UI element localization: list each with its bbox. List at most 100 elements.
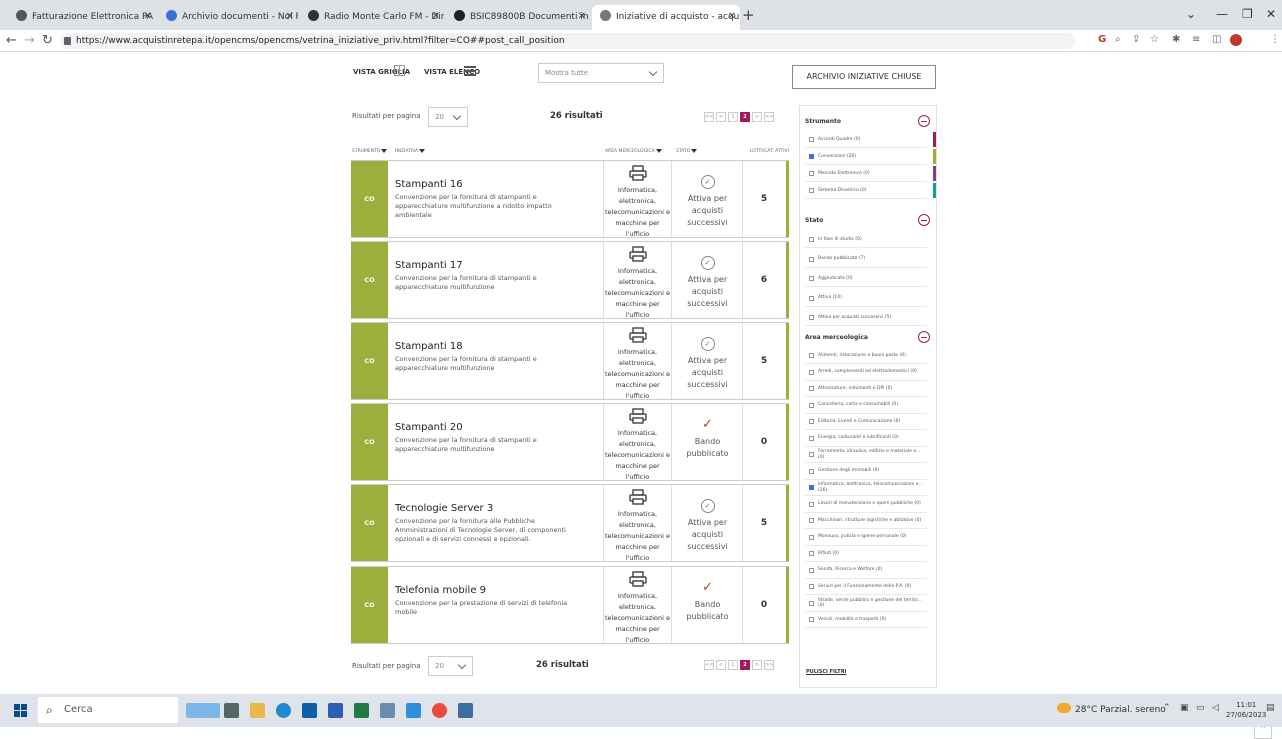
checkbox[interactable] <box>809 237 814 242</box>
page-2-button[interactable]: 2 <box>740 660 750 670</box>
calculator-icon[interactable] <box>458 703 473 718</box>
filter-option[interactable]: Arredi, complementi ed elettrodomestici … <box>805 365 927 381</box>
google-extension-icon[interactable]: G <box>1098 34 1106 45</box>
grid-view-icon[interactable] <box>394 65 405 76</box>
initiative-name[interactable]: Stampanti 18 <box>395 341 463 352</box>
task-view-icon[interactable] <box>224 703 239 718</box>
filter-option[interactable]: Attiva (14) <box>805 291 927 307</box>
collapse-minus-icon[interactable] <box>918 115 930 127</box>
initiative-name[interactable]: Tecnologie Server 3 <box>395 503 493 514</box>
notifications-icon[interactable]: ▤ <box>1266 703 1275 713</box>
filter-option[interactable]: Informatica, elettronica, telecomunicazi… <box>805 480 927 496</box>
checkbox[interactable] <box>809 295 814 301</box>
col-area[interactable]: AREA MERCEOLOGICA <box>605 149 662 154</box>
collapse-minus-icon[interactable] <box>918 331 930 343</box>
col-iniziativa[interactable]: INIZIATIVA <box>395 149 426 154</box>
widgets-icon[interactable] <box>186 703 220 718</box>
browser-tab[interactable]: BSIC89800B Documenti in DA Sl✕ <box>446 5 590 30</box>
extensions-icon[interactable]: ✱ <box>1172 34 1180 45</box>
forward-icon[interactable]: → <box>24 33 35 48</box>
photos-icon[interactable] <box>380 703 395 718</box>
initiative-card[interactable]: CO Stampanti 18 Convenzione per la fornitu… <box>351 322 789 400</box>
weather-widget[interactable]: 28°C Parzial. sereno <box>1057 703 1166 715</box>
filter-option[interactable]: Monouso, pulizia e igiene personale (0) <box>805 530 927 546</box>
checkbox[interactable] <box>809 452 814 457</box>
checkbox[interactable] <box>809 315 814 320</box>
filter-option[interactable]: Cancelleria, carta e consumabili (0) <box>805 398 927 414</box>
menu-icon[interactable]: ⋮ <box>1270 34 1280 45</box>
browser-tab[interactable]: Archivio documenti - Noi PA ✕ <box>158 5 298 30</box>
filter-option[interactable]: Sistema Dinamico (0) <box>805 183 936 199</box>
show-hidden-icons[interactable]: ⌃ <box>1163 703 1171 713</box>
checkbox[interactable] <box>809 188 814 193</box>
windows-start-icon[interactable] <box>14 704 27 717</box>
checkbox[interactable] <box>809 501 814 507</box>
restore-icon[interactable]: ❐ <box>1242 7 1253 21</box>
side-panel-icon[interactable]: ◫ <box>1212 34 1221 45</box>
close-window-icon[interactable]: ✕ <box>1266 7 1276 21</box>
checkbox[interactable] <box>809 171 814 176</box>
filter-option[interactable]: Convenzioni (26) <box>805 149 936 165</box>
file-explorer-icon[interactable] <box>250 703 265 718</box>
per-page-select[interactable]: 20 <box>428 107 468 127</box>
prev-page-button[interactable]: < <box>716 112 726 122</box>
filter-option[interactable]: Ferramenta, idraulica, edilizia e materi… <box>805 447 927 463</box>
checkbox[interactable] <box>809 353 814 358</box>
close-tab-icon[interactable]: ✕ <box>578 5 586 29</box>
new-tab-button[interactable]: + <box>742 6 755 24</box>
last-page-button[interactable]: >> <box>764 112 774 122</box>
col-stato[interactable]: STATO <box>676 149 698 154</box>
outlook-icon[interactable] <box>302 703 317 718</box>
edge-icon[interactable] <box>276 703 291 718</box>
checkbox[interactable] <box>809 386 814 391</box>
filter-option[interactable]: Bando pubblicato (7) <box>805 252 927 268</box>
next-page-button[interactable]: > <box>752 660 762 670</box>
first-page-button[interactable]: << <box>704 112 714 122</box>
filter-option[interactable]: Macchinari, strutture logistiche e abita… <box>805 513 927 529</box>
checkbox[interactable] <box>809 137 814 142</box>
checkbox[interactable] <box>809 468 814 474</box>
share-icon[interactable]: ⇪ <box>1132 34 1140 45</box>
filter-option[interactable]: Aggiudicata (0) <box>805 271 927 287</box>
filter-option[interactable]: Gestione degli Immobili (0) <box>805 464 927 480</box>
checkbox[interactable] <box>809 276 814 281</box>
checkbox[interactable] <box>809 518 814 523</box>
initiative-name[interactable]: Stampanti 17 <box>395 260 463 271</box>
chrome-icon[interactable] <box>432 703 447 718</box>
initiative-card[interactable]: CO Stampanti 20 Convenzione per la fornitu… <box>351 403 789 481</box>
col-strumento[interactable]: STRUMENTO <box>352 149 388 154</box>
prev-page-button[interactable]: < <box>716 660 726 670</box>
filter-option[interactable]: Editoria, Eventi e Comunicazione (0) <box>805 414 927 430</box>
tab-search-icon[interactable]: ⌄ <box>1186 7 1196 21</box>
initiative-card[interactable]: CO Telefonia mobile 9 Convenzione per la p… <box>351 566 789 644</box>
next-page-button[interactable]: > <box>752 112 762 122</box>
system-clock[interactable]: 11:01 27/06/2023 <box>1226 700 1266 720</box>
checkbox[interactable] <box>809 534 814 540</box>
checkbox[interactable] <box>809 485 814 490</box>
filter-option[interactable]: Energia, carburanti e lubrificanti (0) <box>805 431 927 447</box>
folder-icon[interactable] <box>406 703 421 718</box>
initiative-card[interactable]: CO Stampanti 17 Convenzione per la fornitu… <box>351 241 789 319</box>
word-icon[interactable] <box>328 703 343 718</box>
filter-option[interactable]: Veicoli, mobilità e trasporti (0) <box>805 612 927 628</box>
close-tab-icon[interactable]: ✕ <box>728 5 736 29</box>
collapse-minus-icon[interactable] <box>918 214 930 226</box>
initiative-card[interactable]: CO Tecnologie Server 3 Convenzione per la … <box>351 484 789 562</box>
close-tab-icon[interactable]: ✕ <box>144 5 152 29</box>
checkbox[interactable] <box>809 402 814 408</box>
browser-tab[interactable]: Fatturazione Elettronica PA | Esiti✕ <box>8 5 156 30</box>
per-page-select-bottom[interactable]: 20 <box>428 656 473 676</box>
list-view-icon[interactable] <box>464 66 476 76</box>
profile-avatar[interactable] <box>1230 34 1242 46</box>
checkbox[interactable] <box>809 600 814 606</box>
filter-option[interactable]: Attrezzature, indumenti e DPI (0) <box>805 381 927 397</box>
display-icon[interactable]: ▭ <box>1196 703 1205 713</box>
browser-tab[interactable]: Radio Monte Carlo FM - Dire ✕ <box>300 5 444 30</box>
initiative-card[interactable]: CO Stampanti 16 Convenzione per la fornitu… <box>351 160 789 238</box>
checkbox[interactable] <box>809 584 814 589</box>
show-filter-select[interactable]: Mostra tutte <box>538 63 664 83</box>
checkbox[interactable] <box>809 256 814 262</box>
zoom-icon[interactable]: ⌕ <box>1115 34 1121 45</box>
taskbar-search-box[interactable]: ⌕ Cerca <box>38 697 178 723</box>
back-icon[interactable]: ← <box>6 33 17 48</box>
